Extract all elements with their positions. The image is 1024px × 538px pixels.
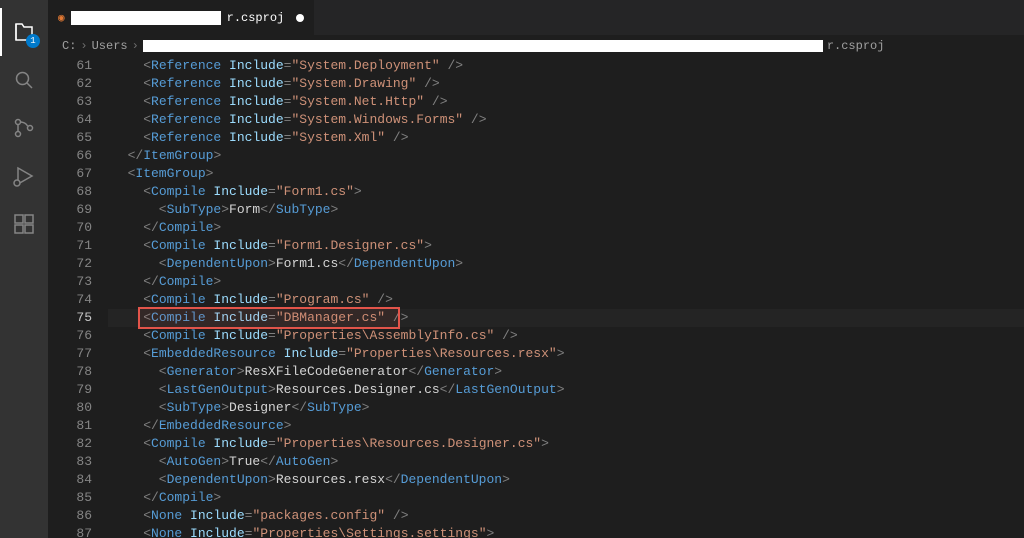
code-line[interactable]: <LastGenOutput>Resources.Designer.cs</La…	[108, 381, 1024, 399]
line-number: 62	[48, 75, 92, 93]
code-editor[interactable]: 6162636465666768697071727374757677787980…	[48, 57, 1024, 538]
line-number: 82	[48, 435, 92, 453]
tab-filename-suffix: r.csproj	[227, 11, 285, 25]
code-line[interactable]: <Compile Include="DBManager.cs" />	[108, 309, 1024, 327]
code-line[interactable]: <Reference Include="System.Windows.Forms…	[108, 111, 1024, 129]
line-number: 61	[48, 57, 92, 75]
code-line[interactable]: <DependentUpon>Form1.cs</DependentUpon>	[108, 255, 1024, 273]
code-line[interactable]: <None Include="packages.config" />	[108, 507, 1024, 525]
code-line[interactable]: <SubType>Designer</SubType>	[108, 399, 1024, 417]
xml-file-icon: ◉	[58, 11, 65, 25]
code-line[interactable]: <Compile Include="Program.cs" />	[108, 291, 1024, 309]
code-line[interactable]: <Reference Include="System.Deployment" /…	[108, 57, 1024, 75]
code-line[interactable]: </Compile>	[108, 219, 1024, 237]
code-line[interactable]: <Generator>ResXFileCodeGenerator</Genera…	[108, 363, 1024, 381]
tab-filename-redacted	[71, 11, 221, 25]
line-number: 80	[48, 399, 92, 417]
code-line[interactable]: <Compile Include="Form1.Designer.cs">	[108, 237, 1024, 255]
code-line[interactable]: </Compile>	[108, 273, 1024, 291]
line-number: 66	[48, 147, 92, 165]
breadcrumb-segment[interactable]: Users	[92, 39, 128, 53]
dirty-indicator-icon	[296, 14, 304, 22]
code-line[interactable]: <SubType>Form</SubType>	[108, 201, 1024, 219]
chevron-right-icon: ›	[80, 39, 87, 53]
line-number: 69	[48, 201, 92, 219]
editor-main: ◉ r.csproj C: › Users › r.csproj 6162636…	[48, 0, 1024, 538]
code-line[interactable]: <Reference Include="System.Drawing" />	[108, 75, 1024, 93]
line-number: 73	[48, 273, 92, 291]
explorer-badge: 1	[26, 34, 40, 48]
breadcrumb-segment[interactable]: C:	[62, 39, 76, 53]
line-number: 79	[48, 381, 92, 399]
code-line[interactable]: </ItemGroup>	[108, 147, 1024, 165]
breadcrumb-file-suffix[interactable]: r.csproj	[827, 39, 885, 53]
source-control-icon[interactable]	[0, 104, 48, 152]
code-line[interactable]: </EmbeddedResource>	[108, 417, 1024, 435]
breadcrumb-redacted	[143, 40, 823, 52]
code-line[interactable]: <Reference Include="System.Net.Http" />	[108, 93, 1024, 111]
line-number: 67	[48, 165, 92, 183]
code-line[interactable]: <Compile Include="Properties\Resources.D…	[108, 435, 1024, 453]
code-line[interactable]: <Compile Include="Properties\AssemblyInf…	[108, 327, 1024, 345]
line-number-gutter: 6162636465666768697071727374757677787980…	[48, 57, 108, 538]
code-line[interactable]: <None Include="Properties\Settings.setti…	[108, 525, 1024, 538]
line-number: 86	[48, 507, 92, 525]
code-line[interactable]: <Compile Include="Form1.cs">	[108, 183, 1024, 201]
line-number: 64	[48, 111, 92, 129]
activity-bar: 1	[0, 0, 48, 538]
line-number: 87	[48, 525, 92, 538]
line-number: 76	[48, 327, 92, 345]
tab-bar: ◉ r.csproj	[48, 0, 1024, 35]
breadcrumb[interactable]: C: › Users › r.csproj	[48, 35, 1024, 57]
code-line[interactable]: <ItemGroup>	[108, 165, 1024, 183]
code-line[interactable]: <EmbeddedResource Include="Properties\Re…	[108, 345, 1024, 363]
extensions-icon[interactable]	[0, 200, 48, 248]
line-number: 63	[48, 93, 92, 111]
explorer-icon[interactable]: 1	[0, 8, 48, 56]
run-debug-icon[interactable]	[0, 152, 48, 200]
code-content[interactable]: <Reference Include="System.Deployment" /…	[108, 57, 1024, 538]
line-number: 77	[48, 345, 92, 363]
line-number: 70	[48, 219, 92, 237]
line-number: 75	[48, 309, 92, 327]
chevron-right-icon: ›	[132, 39, 139, 53]
line-number: 78	[48, 363, 92, 381]
line-number: 84	[48, 471, 92, 489]
line-number: 81	[48, 417, 92, 435]
line-number: 83	[48, 453, 92, 471]
line-number: 71	[48, 237, 92, 255]
line-number: 65	[48, 129, 92, 147]
code-line[interactable]: <Reference Include="System.Xml" />	[108, 129, 1024, 147]
line-number: 72	[48, 255, 92, 273]
line-number: 85	[48, 489, 92, 507]
code-line[interactable]: <DependentUpon>Resources.resx</Dependent…	[108, 471, 1024, 489]
tab-csproj[interactable]: ◉ r.csproj	[48, 0, 315, 35]
line-number: 68	[48, 183, 92, 201]
code-line[interactable]: </Compile>	[108, 489, 1024, 507]
line-number: 74	[48, 291, 92, 309]
code-line[interactable]: <AutoGen>True</AutoGen>	[108, 453, 1024, 471]
search-icon[interactable]	[0, 56, 48, 104]
